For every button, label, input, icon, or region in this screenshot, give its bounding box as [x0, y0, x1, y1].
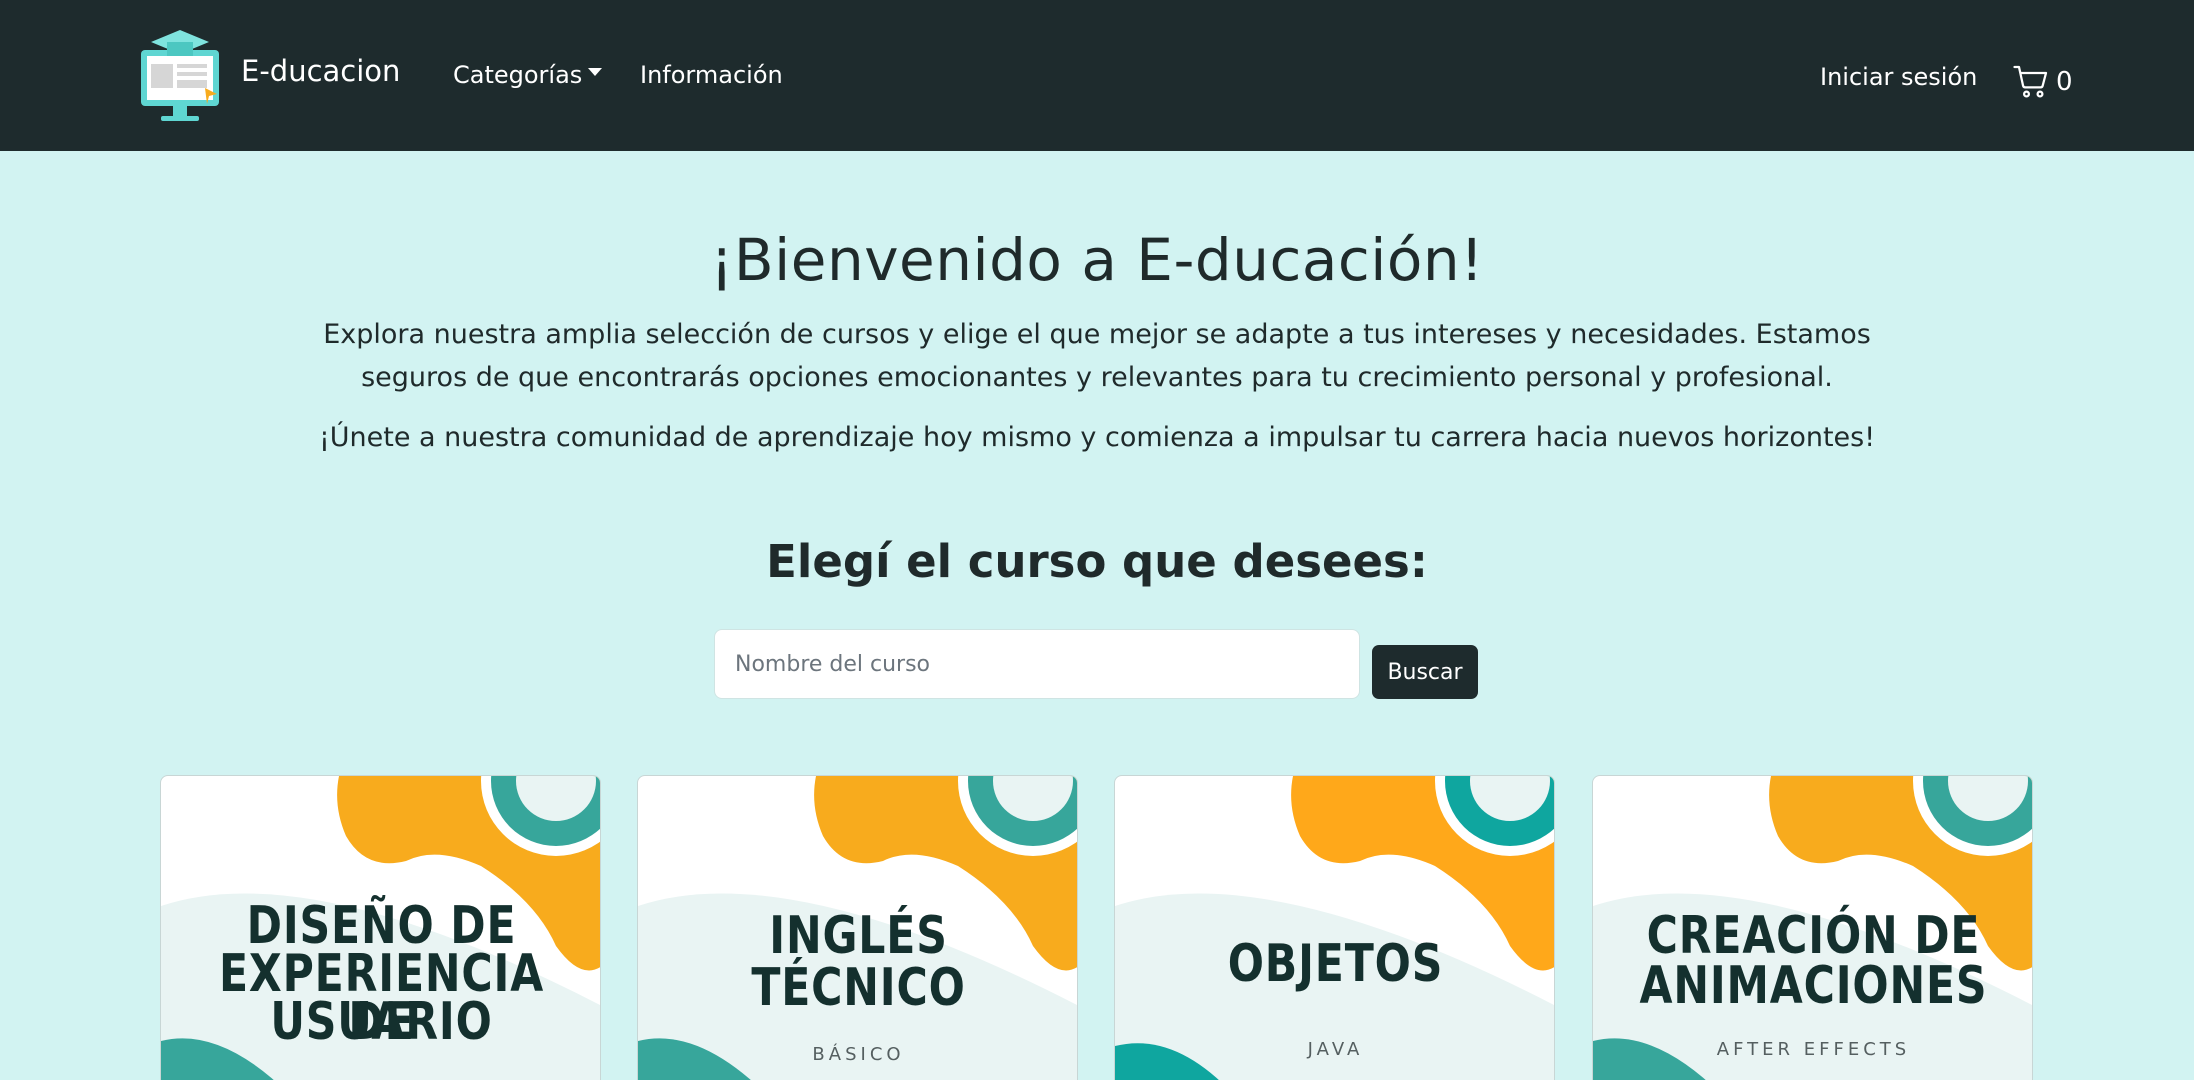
logo-icon[interactable]: [139, 28, 223, 124]
course-card-java-objects[interactable]: OBJETOS JAVA: [1114, 775, 1555, 1080]
cart-button[interactable]: 0: [2013, 62, 2073, 102]
welcome-call-to-action: ¡Únete a nuestra comunidad de aprendizaj…: [318, 422, 1876, 453]
login-link[interactable]: Iniciar sesión: [1820, 63, 1977, 91]
course-subtitle: AFTER EFFECTS: [1716, 1039, 1911, 1060]
course-title-line: USUARIO: [270, 992, 493, 1052]
nav-categories-label: Categorías: [453, 61, 583, 89]
course-subtitle: JAVA: [1307, 1039, 1364, 1060]
welcome-description: Explora nuestra amplia selección de curs…: [323, 319, 1871, 393]
search-button[interactable]: Buscar: [1372, 645, 1478, 699]
course-title-line: DISEÑO DE: [246, 896, 517, 956]
course-card-animations[interactable]: CREACIÓN DE ANIMACIONES AFTER EFFECTS: [1592, 775, 2033, 1080]
course-search-input[interactable]: [714, 629, 1360, 699]
brand-name[interactable]: E-ducacion: [241, 54, 400, 88]
course-title-line: CREACIÓN DE: [1646, 906, 1981, 966]
courses-heading: Elegí el curso que desees:: [766, 535, 1428, 588]
course-title-line: OBJETOS: [1227, 934, 1444, 994]
course-title-line: TÉCNICO: [751, 958, 966, 1018]
caret-down-icon: [588, 68, 603, 76]
course-subtitle: BÁSICO: [812, 1044, 905, 1065]
course-title-line: INGLÉS: [769, 906, 948, 966]
course-cover-art: [1115, 776, 1554, 1080]
nav-categories-dropdown[interactable]: Categorías: [453, 61, 603, 89]
nav-information-link[interactable]: Información: [640, 61, 783, 89]
navbar: E-ducacion Categorías Información Inicia…: [0, 0, 2194, 151]
course-card-technical-english[interactable]: INGLÉS TÉCNICO BÁSICO: [637, 775, 1078, 1080]
course-title-line: ANIMACIONES: [1639, 956, 1988, 1016]
welcome-title: ¡Bienvenido a E-ducación!: [710, 226, 1484, 294]
course-card-ux-design[interactable]: DISEÑO DE EXPERIENCIA DE USUARIO: [160, 775, 601, 1080]
cart-icon: [2013, 65, 2048, 98]
cart-count: 0: [2056, 67, 2073, 97]
